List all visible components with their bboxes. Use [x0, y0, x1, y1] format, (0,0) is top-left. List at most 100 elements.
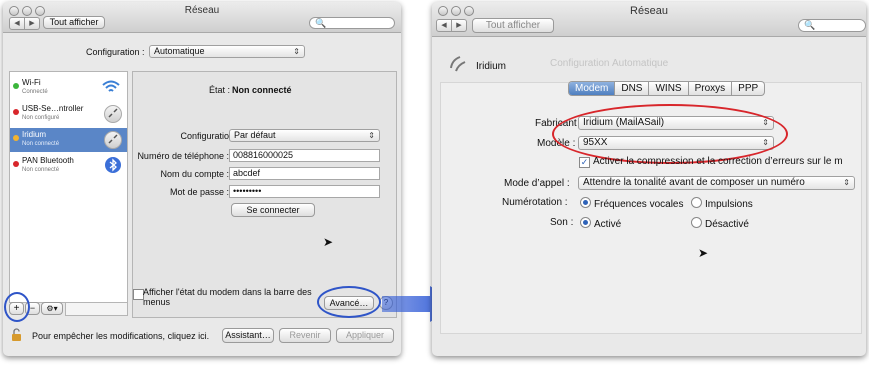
radio-icon — [691, 217, 702, 228]
lock-icon[interactable] — [11, 328, 21, 341]
radio-icon — [691, 197, 702, 208]
revert-button[interactable]: Revenir — [279, 328, 331, 343]
service-item-wifi[interactable]: Wi-Fi Connecté — [10, 76, 127, 100]
show-all-button[interactable]: Tout afficher — [472, 18, 554, 33]
service-name: Iridium — [22, 130, 47, 139]
radio-selected-icon — [580, 217, 591, 228]
service-status: Non connecté — [22, 167, 60, 173]
tab-wins[interactable]: WINS — [648, 82, 687, 95]
service-item-usb[interactable]: USB-Se…ntroller Non configuré — [10, 102, 127, 126]
search-icon: 🔍 — [315, 18, 327, 28]
status-dot — [13, 135, 19, 141]
location-value: Automatique — [154, 46, 205, 56]
phone-modem-icon — [104, 105, 122, 123]
service-item-bluetooth[interactable]: PAN Bluetooth Non connecté — [10, 154, 127, 178]
chevron-updown-icon: ⇕ — [843, 178, 850, 187]
back-button[interactable]: ◀ — [436, 19, 452, 32]
window-title: Réseau — [184, 5, 220, 16]
bg-config-value: Automatique — [612, 58, 669, 69]
status-dot — [13, 161, 19, 167]
service-name: PAN Bluetooth — [22, 156, 74, 165]
forward-button[interactable]: ▶ — [452, 19, 467, 32]
list-footer-spacer — [65, 302, 128, 316]
show-all-button[interactable]: Tout afficher — [43, 16, 105, 29]
connect-button[interactable]: Se connecter — [231, 203, 315, 217]
compression-checkbox[interactable]: ✓ Activer la compression et la correction… — [579, 156, 843, 168]
modem-config-select[interactable]: Par défaut ⇕ — [229, 129, 380, 142]
nav-buttons: ◀ ▶ — [9, 17, 40, 30]
phone-field[interactable]: 008816000025 — [229, 149, 380, 162]
compression-label: Activer la compression et la correction … — [593, 156, 843, 167]
service-status: Non connecté — [22, 141, 60, 147]
state-label: État : — [209, 85, 231, 95]
window-title: Réseau — [630, 5, 668, 17]
annotation-ellipse-vendor-model — [552, 104, 788, 164]
annotation-circle-advanced — [317, 286, 381, 318]
chevron-updown-icon: ⇕ — [293, 47, 300, 56]
phone-label: Numéro de téléphone : — [137, 151, 229, 161]
title-bar: Réseau ◀ ▶ Tout afficher 🔍 — [432, 2, 866, 37]
dialing-label: Numérotation : — [502, 197, 568, 208]
phone-modem-icon — [104, 131, 122, 149]
service-status: Non configuré — [22, 115, 60, 121]
location-select[interactable]: Automatique ⇕ — [149, 45, 305, 58]
status-dot — [13, 83, 19, 89]
sound-on-radio[interactable]: Activé — [580, 217, 621, 230]
phone-modem-icon — [448, 54, 468, 74]
account-label: Nom du compte : — [160, 169, 229, 179]
service-item-iridium[interactable]: Iridium Non connecté — [10, 128, 127, 152]
dialing-tone-radio[interactable]: Fréquences vocales — [580, 197, 684, 210]
lock-message: Pour empêcher les modifications, cliquez… — [32, 331, 210, 341]
password-label: Mot de passe : — [169, 187, 229, 197]
dialing-pulse-radio[interactable]: Impulsions — [691, 197, 753, 210]
tab-proxies[interactable]: Proxys — [687, 82, 732, 95]
modem-config-value: Par défaut — [234, 130, 276, 140]
nav-buttons: ◀ ▶ — [436, 19, 467, 32]
password-field[interactable]: ••••••••• — [229, 185, 380, 198]
tab-dns[interactable]: DNS — [614, 82, 648, 95]
apply-button[interactable]: Appliquer — [336, 328, 394, 343]
modem-status-label: Afficher l'état du modem dans la barre d… — [143, 287, 312, 307]
radio-label: Fréquences vocales — [594, 199, 684, 210]
service-status: Connecté — [22, 89, 48, 95]
network-prefs-window-left: Réseau ◀ ▶ Tout afficher 🔍 Configuration… — [3, 2, 401, 356]
mouse-cursor-icon: ➤ — [323, 235, 334, 249]
wifi-icon — [102, 79, 120, 95]
back-button[interactable]: ◀ — [9, 17, 25, 30]
detail-panel: État : Non connecté Configuration : Par … — [132, 71, 397, 318]
sound-off-radio[interactable]: Désactivé — [691, 217, 749, 230]
forward-button[interactable]: ▶ — [25, 17, 40, 30]
mouse-cursor-icon: ➤ — [698, 246, 709, 260]
location-label: Configuration : — [86, 47, 145, 57]
checkmark-icon: ✓ — [579, 157, 590, 168]
title-bar: Réseau ◀ ▶ Tout afficher 🔍 — [3, 2, 401, 33]
bluetooth-icon — [105, 157, 121, 173]
dial-mode-value: Attendre la tonalité avant de composer u… — [583, 177, 805, 188]
gear-icon: ⚙▾ — [46, 304, 58, 313]
radio-selected-icon — [580, 197, 591, 208]
service-name: Wi-Fi — [22, 78, 41, 87]
annotation-circle-add — [4, 292, 30, 322]
action-menu-button[interactable]: ⚙▾ — [41, 302, 63, 315]
state-value: Non connecté — [232, 85, 292, 95]
search-field[interactable]: 🔍 — [798, 19, 866, 32]
search-field[interactable]: 🔍 — [309, 17, 395, 29]
advanced-tabs: Modem DNS WINS Proxys PPP — [568, 81, 766, 96]
dial-mode-select[interactable]: Attendre la tonalité avant de composer u… — [578, 176, 855, 190]
account-field[interactable]: abcdef — [229, 167, 380, 180]
tab-modem[interactable]: Modem — [569, 82, 615, 95]
bg-config-label: Configuration — [550, 58, 610, 69]
service-name: Iridium — [476, 61, 507, 72]
search-icon: 🔍 — [804, 20, 816, 30]
network-prefs-window-right: Réseau ◀ ▶ Tout afficher 🔍 Configuration… — [432, 2, 866, 356]
tab-ppp[interactable]: PPP — [731, 82, 764, 95]
service-list: Wi-Fi Connecté USB-Se…ntroller Non confi… — [9, 71, 128, 303]
status-dot — [13, 109, 19, 115]
service-name: USB-Se…ntroller — [22, 104, 84, 113]
radio-label: Impulsions — [705, 199, 753, 210]
dial-mode-label: Mode d’appel : — [504, 178, 570, 189]
radio-label: Désactivé — [705, 219, 749, 230]
assistant-button[interactable]: Assistant… — [222, 328, 274, 343]
chevron-updown-icon: ⇕ — [368, 131, 375, 140]
sound-label: Son : — [550, 217, 574, 228]
